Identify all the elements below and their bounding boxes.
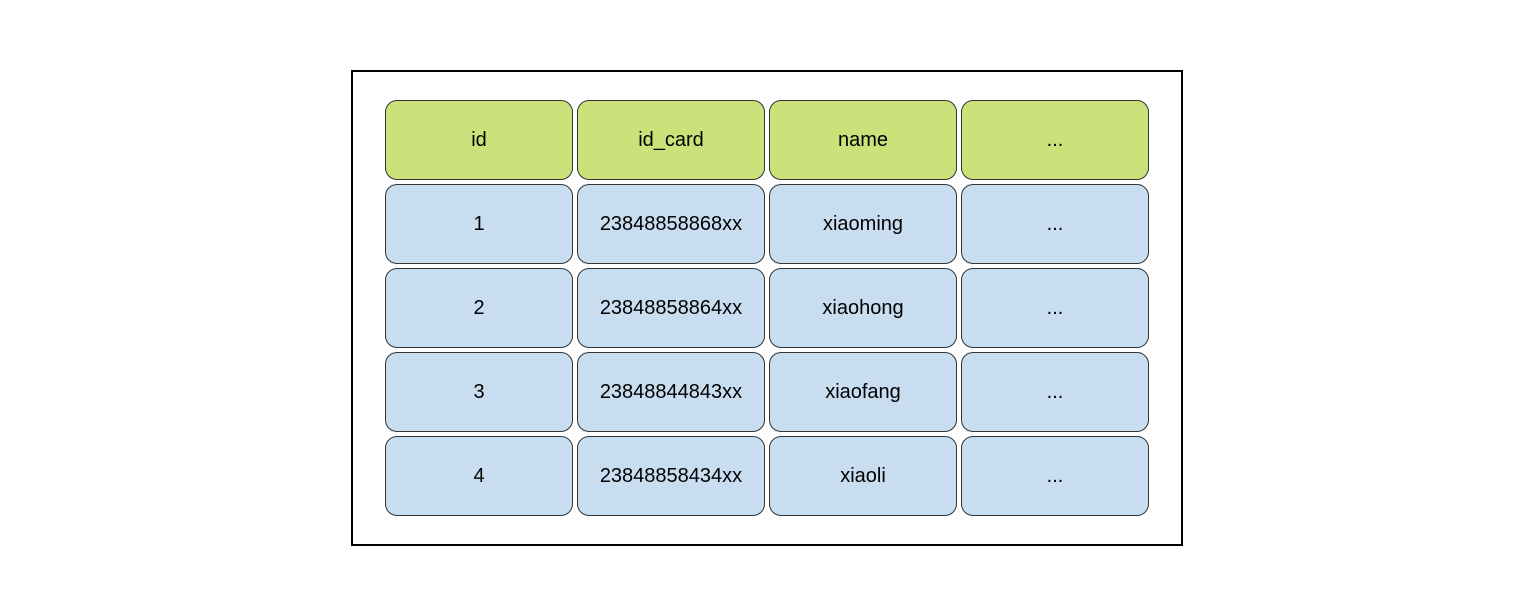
cell-more: ... xyxy=(961,352,1149,432)
table-row: 4 23848858434xx xiaoli ... xyxy=(385,436,1149,516)
cell-id: 1 xyxy=(385,184,573,264)
cell-more: ... xyxy=(961,268,1149,348)
header-row: id id_card name ... xyxy=(385,100,1149,180)
cell-name: xiaohong xyxy=(769,268,957,348)
header-id-card: id_card xyxy=(577,100,765,180)
diagram-frame: id id_card name ... 1 23848858868xx xiao… xyxy=(351,70,1183,546)
table-row: 1 23848858868xx xiaoming ... xyxy=(385,184,1149,264)
cell-name: xiaoli xyxy=(769,436,957,516)
header-id: id xyxy=(385,100,573,180)
cell-id-card: 23848858868xx xyxy=(577,184,765,264)
cell-id: 2 xyxy=(385,268,573,348)
table-row: 2 23848858864xx xiaohong ... xyxy=(385,268,1149,348)
cell-id-card: 23848858864xx xyxy=(577,268,765,348)
cell-id-card: 23848844843xx xyxy=(577,352,765,432)
cell-id: 4 xyxy=(385,436,573,516)
cell-more: ... xyxy=(961,184,1149,264)
table-row: 3 23848844843xx xiaofang ... xyxy=(385,352,1149,432)
cell-id: 3 xyxy=(385,352,573,432)
cell-name: xiaoming xyxy=(769,184,957,264)
cell-more: ... xyxy=(961,436,1149,516)
data-table: id id_card name ... 1 23848858868xx xiao… xyxy=(385,100,1149,516)
header-more: ... xyxy=(961,100,1149,180)
cell-id-card: 23848858434xx xyxy=(577,436,765,516)
cell-name: xiaofang xyxy=(769,352,957,432)
header-name: name xyxy=(769,100,957,180)
